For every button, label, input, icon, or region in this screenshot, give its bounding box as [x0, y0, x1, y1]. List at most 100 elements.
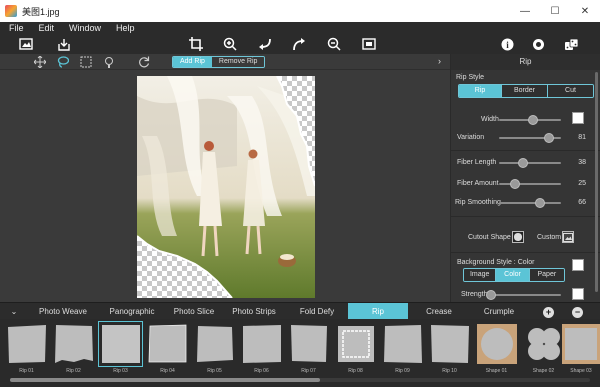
- variation-slider-thumb[interactable]: [544, 133, 555, 143]
- crop-icon[interactable]: [188, 36, 204, 52]
- tab-photo-weave[interactable]: Photo Weave: [28, 303, 98, 320]
- thumbnail-label: Rip 02: [66, 368, 81, 374]
- background-color-swatch[interactable]: [572, 259, 584, 271]
- preset-thumbnail[interactable]: Rip 01: [4, 322, 49, 377]
- divider: [451, 150, 600, 151]
- thumbnail-scrollbar-thumb[interactable]: [10, 378, 320, 382]
- fit-screen-icon[interactable]: [361, 36, 377, 52]
- tab-crease[interactable]: Crease: [408, 303, 470, 320]
- panel-header: Rip: [451, 54, 600, 70]
- preset-thumbnail[interactable]: Rip 05: [192, 322, 237, 377]
- tab-panographic[interactable]: Panographic: [98, 303, 166, 320]
- preset-thumbnail[interactable]: Rip 09: [380, 322, 425, 377]
- panel-expand-arrow-icon[interactable]: ›: [438, 56, 441, 66]
- tab-photo-strips[interactable]: Photo Strips: [222, 303, 286, 320]
- tab-rip[interactable]: Rip: [348, 302, 408, 320]
- background-style-title: Background Style : Color: [457, 259, 535, 266]
- bg-style-color-button[interactable]: Color: [496, 269, 530, 281]
- zoom-out-icon[interactable]: [326, 36, 342, 52]
- window-controls: — ☐ ✕: [510, 0, 600, 22]
- bg-style-image-button[interactable]: Image: [464, 269, 497, 281]
- thumbnail-label: Rip 10: [442, 368, 457, 374]
- rip-color-swatch[interactable]: [572, 112, 584, 124]
- zoom-in-icon[interactable]: [222, 36, 238, 52]
- dice-icon[interactable]: [563, 36, 579, 52]
- fiber-amount-label: Fiber Amount: [457, 180, 499, 187]
- rip-style-border-button[interactable]: Border: [502, 85, 548, 97]
- custom-shape-label: Custom: [537, 234, 562, 241]
- title-bar: 美图1.jpg — ☐ ✕: [0, 0, 600, 22]
- fiber-amount-value: 25: [578, 180, 586, 187]
- preset-thumbnail[interactable]: Rip 06: [239, 322, 284, 377]
- thumbnail-label: Shape 02: [532, 368, 555, 374]
- remove-preset-button[interactable]: −: [572, 307, 583, 318]
- variation-slider[interactable]: [499, 133, 561, 143]
- fiber-length-value: 38: [578, 159, 586, 166]
- rip-style-title: Rip Style: [456, 74, 485, 81]
- rip-smoothing-slider[interactable]: [499, 198, 561, 208]
- fiber-length-slider-thumb[interactable]: [517, 158, 528, 168]
- preset-thumbnail[interactable]: Rip 08: [333, 322, 378, 377]
- variation-label: Variation: [457, 134, 485, 141]
- bg-style-paper-button[interactable]: Paper: [529, 269, 564, 281]
- thumbnail-label: Shape 01: [485, 368, 508, 374]
- rip-smoothing-value: 66: [578, 199, 586, 206]
- settings-icon[interactable]: [530, 36, 546, 52]
- menu-file[interactable]: File: [9, 23, 24, 33]
- custom-shape-image-icon[interactable]: [562, 231, 574, 243]
- close-button[interactable]: ✕: [570, 0, 600, 22]
- fiber-amount-slider[interactable]: [499, 179, 561, 189]
- strength-slider-thumb[interactable]: [486, 290, 496, 300]
- strength-color-swatch[interactable]: [572, 288, 584, 300]
- lasso-icon[interactable]: [56, 55, 70, 69]
- redo-icon[interactable]: [291, 36, 307, 52]
- preset-thumbnail[interactable]: Rip 10: [427, 322, 472, 377]
- preset-thumbnail[interactable]: Rip 02: [51, 322, 96, 377]
- preset-thumbnail-selected[interactable]: Rip 03: [98, 321, 143, 377]
- width-slider-thumb[interactable]: [528, 115, 539, 125]
- preset-thumbnail[interactable]: Rip 04: [145, 322, 190, 377]
- thumbnail-image: [428, 322, 471, 366]
- tab-photo-slice[interactable]: Photo Slice: [166, 303, 222, 320]
- fiber-length-slider[interactable]: [499, 158, 561, 168]
- thumbnail-label: Rip 06: [254, 368, 269, 374]
- menu-window[interactable]: Window: [69, 23, 101, 33]
- collapse-tray-button[interactable]: ⌄: [0, 303, 28, 320]
- move-icon[interactable]: [33, 55, 47, 69]
- rip-style-cut-button[interactable]: Cut: [548, 85, 593, 97]
- image-canvas[interactable]: [0, 70, 450, 302]
- brush-icon[interactable]: [102, 55, 116, 69]
- preset-thumbnail[interactable]: Shape 03: [562, 322, 600, 377]
- panel-scrollbar[interactable]: [595, 72, 598, 292]
- add-preset-button[interactable]: +: [543, 307, 554, 318]
- info-icon[interactable]: i: [499, 36, 515, 52]
- save-icon[interactable]: [56, 36, 72, 52]
- thumbnail-scrollbar[interactable]: [10, 378, 590, 382]
- thumbnail-label: Rip 09: [395, 368, 410, 374]
- tab-fold-defy[interactable]: Fold Defy: [286, 303, 348, 320]
- thumbnail-image: [240, 322, 283, 366]
- width-slider[interactable]: [499, 115, 561, 125]
- rect-select-icon[interactable]: [79, 55, 93, 69]
- menu-help[interactable]: Help: [116, 23, 135, 33]
- minimize-button[interactable]: —: [510, 0, 540, 22]
- preset-thumbnail[interactable]: Shape 02: [521, 322, 566, 377]
- remove-rip-button[interactable]: Remove Rip: [211, 57, 265, 67]
- rip-smoothing-label: Rip Smoothing: [455, 199, 501, 206]
- strength-slider[interactable]: [486, 290, 561, 300]
- add-rip-button[interactable]: Add Rip: [173, 57, 212, 67]
- preset-thumbnail[interactable]: Rip 07: [286, 322, 331, 377]
- maximize-button[interactable]: ☐: [540, 0, 570, 22]
- tab-crumple[interactable]: Crumple: [470, 303, 528, 320]
- fiber-amount-slider-thumb[interactable]: [509, 179, 520, 189]
- refresh-icon[interactable]: [137, 55, 151, 69]
- main-toolbar: i: [0, 34, 600, 54]
- thumbnail-image: [562, 322, 600, 366]
- preset-thumbnail[interactable]: Shape 01: [474, 322, 519, 377]
- menu-edit[interactable]: Edit: [39, 23, 55, 33]
- open-image-icon[interactable]: [18, 36, 34, 52]
- cutout-shape-preview-icon[interactable]: [512, 231, 524, 243]
- undo-icon[interactable]: [257, 36, 273, 52]
- rip-style-rip-button[interactable]: Rip: [459, 85, 502, 97]
- rip-smoothing-slider-thumb[interactable]: [534, 198, 545, 208]
